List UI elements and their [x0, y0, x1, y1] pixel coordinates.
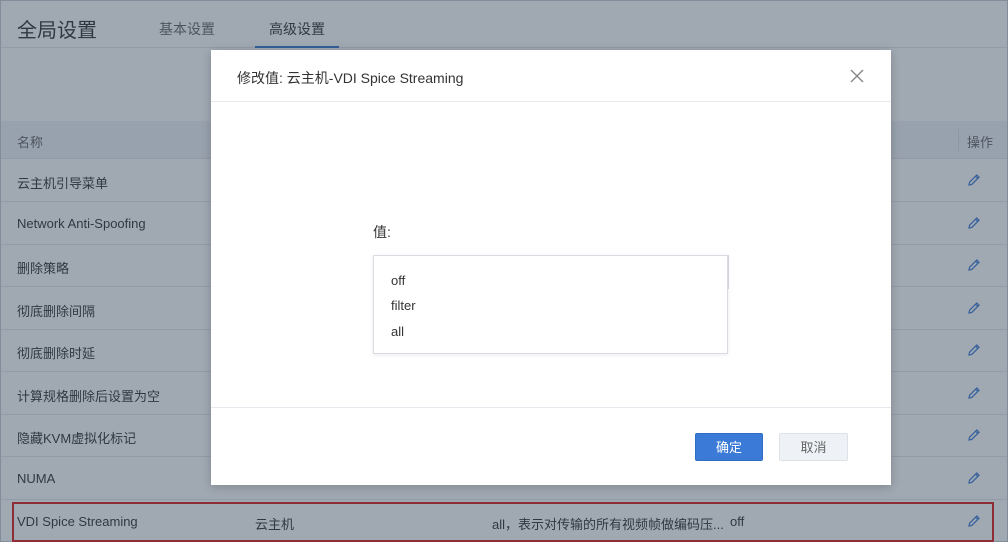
- modal-title: 修改值: 云主机-VDI Spice Streaming: [237, 70, 464, 86]
- value-dropdown-list: off filter all: [373, 255, 728, 354]
- modal-footer-divider: [211, 407, 891, 408]
- dropdown-option-all[interactable]: all: [391, 324, 404, 339]
- dropdown-option-off[interactable]: off: [391, 273, 405, 288]
- close-icon[interactable]: [849, 68, 865, 84]
- edit-value-modal: 修改值: 云主机-VDI Spice Streaming 值: off filt…: [211, 50, 891, 485]
- modal-header: 修改值: 云主机-VDI Spice Streaming: [211, 50, 891, 102]
- dropdown-option-filter[interactable]: filter: [391, 298, 416, 313]
- value-field-label: 值:: [373, 224, 391, 240]
- confirm-button[interactable]: 确定: [695, 433, 763, 461]
- cancel-button[interactable]: 取消: [779, 433, 848, 461]
